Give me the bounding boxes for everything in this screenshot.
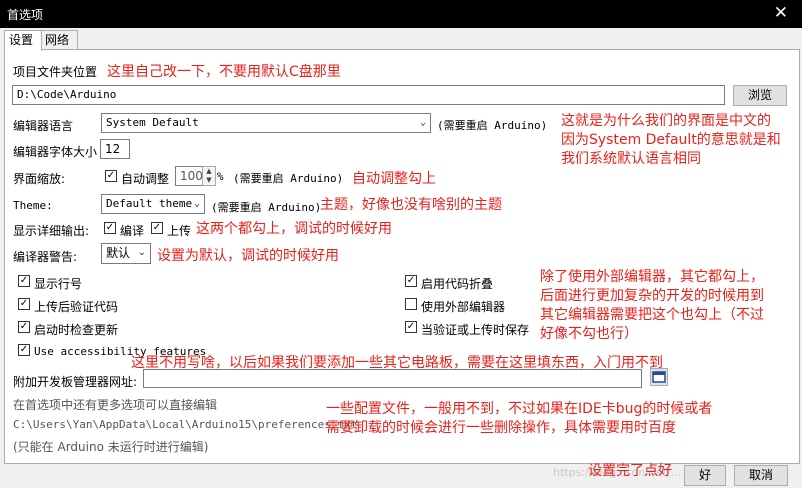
edit-only-when-note: (只能在 Arduino 未运行时进行编辑)	[13, 440, 209, 454]
annotation-language-1: 这就是为什么我们的界面是中文的	[561, 113, 771, 129]
boards-manager-label: 附加开发板管理器网址:	[13, 375, 138, 389]
annotation-language-2: 因为System Default的意思就是和	[561, 132, 781, 148]
theme-label: Theme:	[13, 199, 53, 212]
tab-network[interactable]: 网络	[40, 30, 78, 50]
chevron-down-icon: ⌄	[193, 198, 200, 209]
warnings-select[interactable]: 默认 ⌄	[101, 243, 151, 264]
language-label: 编辑器语言	[13, 119, 74, 133]
verbose-label: 显示详细输出:	[13, 224, 90, 238]
annotation-verbose: 这两个都勾上，调试的时候好用	[196, 221, 392, 237]
line-numbers-checkbox[interactable]: ✓	[18, 275, 30, 287]
theme-restart-note: (需要重启 Arduino)	[211, 201, 322, 214]
code-folding-label: 启用代码折叠	[421, 277, 494, 291]
accessibility-checkbox[interactable]: ✓	[18, 344, 30, 356]
tab-settings[interactable]: 设置	[4, 30, 42, 51]
external-editor-label: 使用外部编辑器	[421, 300, 506, 314]
annotation-options-2: 后面进行更加复杂的开发的时候用到	[540, 288, 764, 304]
scale-percent-input[interactable]: 100	[175, 166, 203, 186]
annotation-ok: 设置完了点好	[588, 463, 672, 479]
annotation-options-4: 好像不勾也行）	[540, 326, 638, 342]
theme-selected-value: Default theme	[106, 197, 193, 210]
chevron-down-icon: ⌄	[137, 247, 146, 258]
scale-spinner[interactable]: ▲ ▼	[202, 166, 216, 186]
check-updates-checkbox[interactable]: ✓	[18, 321, 30, 333]
save-on-verify-label: 当验证或上传时保存	[421, 323, 530, 337]
verbose-compile-label: 编译	[120, 224, 145, 238]
title-bar: 首选项 ✕	[0, 0, 802, 28]
verbose-upload-label: 上传	[167, 224, 192, 238]
language-select[interactable]: System Default ⌄	[101, 113, 431, 133]
code-folding-checkbox[interactable]: ✓	[405, 275, 417, 287]
browse-button[interactable]: 浏览	[733, 85, 787, 106]
warnings-label: 编译器警告:	[13, 250, 78, 264]
window-edit-icon[interactable]	[650, 368, 668, 386]
annotation-warnings: 设置为默认，调试的时候好用	[157, 248, 339, 264]
sketchbook-label: 项目文件夹位置	[13, 65, 98, 79]
external-editor-checkbox[interactable]	[405, 298, 417, 310]
annotation-prefs-1: 一些配置文件，一般用不到，不过如果在IDE卡bug的时候或者	[326, 401, 713, 417]
cancel-button[interactable]: 取消	[734, 465, 788, 486]
annotation-sketchbook: 这里自己改一下，不要用默认C盘那里	[107, 64, 341, 80]
annotation-options-1: 除了使用外部编辑器，其它都勾上，	[540, 269, 764, 285]
check-updates-label: 启动时检查更新	[34, 323, 119, 337]
font-size-label: 编辑器字体大小	[13, 145, 98, 159]
chevron-down-icon: ⌄	[419, 117, 426, 128]
annotation-language-3: 我们系统默认语言相同	[561, 151, 701, 167]
boards-manager-url-input[interactable]	[143, 369, 642, 388]
language-restart-note: (需要重启 Arduino)	[437, 119, 548, 132]
scale-percent-unit: %	[217, 170, 224, 183]
verify-upload-checkbox[interactable]: ✓	[18, 298, 30, 310]
preferences-file-path[interactable]: C:\Users\Yan\AppData\Local\Arduino15\pre…	[13, 418, 357, 431]
ok-button[interactable]: 好	[684, 465, 726, 486]
theme-select[interactable]: Default theme ⌄	[101, 194, 205, 214]
more-prefs-hint: 在首选项中还有更多选项可以直接编辑	[13, 398, 218, 412]
font-size-input[interactable]: 12	[100, 139, 130, 159]
verify-upload-label: 上传后验证代码	[34, 300, 119, 314]
annotation-options-3: 其它编辑器需要把这个也勾上（不过	[540, 307, 764, 323]
annotation-theme: 主题，好像也没有啥别的主题	[320, 197, 502, 213]
auto-scale-label: 自动调整	[121, 172, 170, 186]
scaling-restart-note: (需要重启 Arduino)	[233, 172, 344, 185]
verbose-upload-checkbox[interactable]: ✓	[151, 222, 163, 234]
sketchbook-path-input[interactable]: D:\Code\Arduino	[12, 85, 725, 105]
annotation-prefs-2: 需要卸载的时候会进行一些删除操作，具体需要用时百度	[326, 420, 676, 436]
verbose-compile-checkbox[interactable]: ✓	[104, 222, 116, 234]
annotation-scaling: 自动调整勾上	[352, 171, 436, 187]
scaling-label: 界面缩放:	[13, 172, 66, 186]
warnings-selected-value: 默认	[106, 246, 131, 260]
window-title: 首选项	[7, 8, 44, 22]
auto-scale-checkbox[interactable]: ✓	[105, 170, 117, 182]
line-numbers-label: 显示行号	[34, 277, 83, 291]
save-on-verify-checkbox[interactable]: ✓	[405, 321, 417, 333]
language-selected-value: System Default	[106, 116, 199, 129]
close-icon[interactable]: ✕	[774, 3, 788, 23]
